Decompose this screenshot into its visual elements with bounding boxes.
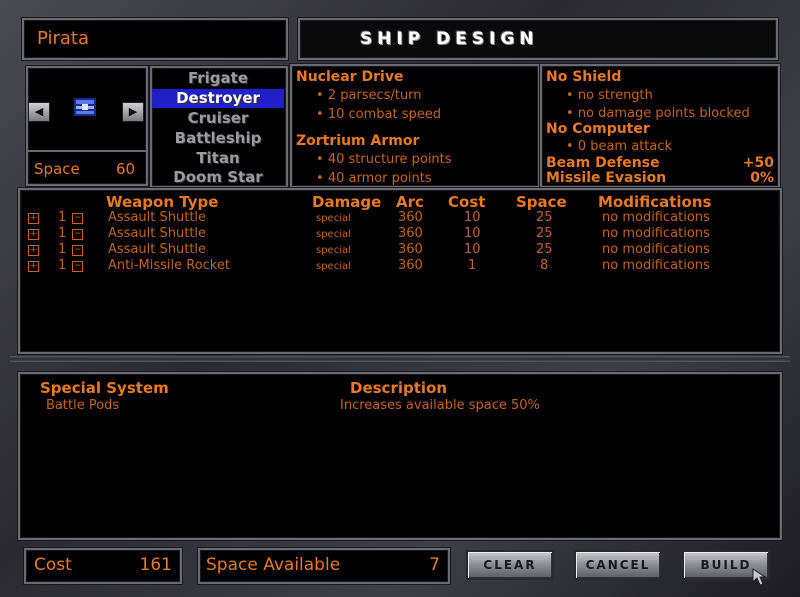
- page-title: SHIP DESIGN: [360, 29, 539, 49]
- shield-line-1: • no strength: [566, 88, 653, 103]
- minus-icon[interactable]: −: [72, 229, 83, 240]
- space-available-box: Space Available 7: [198, 548, 450, 584]
- shield-name[interactable]: No Shield: [546, 69, 621, 85]
- ship-class-battleship[interactable]: Battleship: [152, 129, 284, 148]
- weapon-mods[interactable]: no modifications: [602, 258, 710, 273]
- weapon-arc: 360: [398, 210, 423, 225]
- space-divider: [28, 150, 146, 152]
- minus-icon[interactable]: −: [72, 213, 83, 224]
- ship-class-titan[interactable]: Titan: [152, 149, 284, 168]
- weapon-cost: 10: [464, 226, 481, 241]
- weapon-damage: special: [316, 261, 351, 272]
- armor-name[interactable]: Zortrium Armor: [296, 133, 419, 149]
- weapon-damage: special: [316, 245, 351, 256]
- weapon-name: Assault Shuttle: [108, 210, 207, 225]
- computer-name[interactable]: No Computer: [546, 121, 650, 137]
- weapon-cost: 10: [464, 242, 481, 257]
- weapon-damage: special: [316, 229, 351, 240]
- cost-box: Cost 161: [24, 548, 182, 584]
- weapon-qty: 1: [58, 210, 67, 225]
- weapon-space: 25: [536, 242, 553, 257]
- weapon-name: Assault Shuttle: [108, 242, 207, 257]
- special-name: Battle Pods: [46, 398, 120, 413]
- cancel-button[interactable]: CANCEL: [574, 550, 662, 580]
- weapons-panel: Weapon Type Damage Arc Cost Space Modifi…: [18, 188, 782, 354]
- col-cost: Cost: [448, 193, 486, 211]
- computer-line-1: • 0 beam attack: [566, 139, 673, 154]
- drive-armor-panel: Nuclear Drive • 2 parsecs/turn • 10 comb…: [290, 64, 540, 188]
- minus-icon[interactable]: −: [72, 245, 83, 256]
- beam-defense-value: +50: [742, 155, 774, 171]
- col-damage: Damage: [312, 193, 382, 211]
- col-special-system: Special System: [40, 379, 169, 397]
- ship-class-list: Frigate Destroyer Cruiser Battleship Tit…: [150, 66, 288, 188]
- ship-sprite-icon: [72, 94, 98, 120]
- weapon-space: 25: [536, 226, 553, 241]
- cursor-icon: [752, 568, 768, 590]
- section-divider: [10, 356, 790, 362]
- weapon-space: 8: [540, 258, 549, 273]
- space-available-label: Space Available: [206, 555, 341, 575]
- shield-computer-panel: No Shield • no strength • no damage poin…: [540, 64, 780, 188]
- ship-class-doom-star[interactable]: Doom Star: [152, 168, 284, 187]
- weapon-mods[interactable]: no modifications: [602, 242, 710, 257]
- title-banner: SHIP DESIGN: [298, 18, 778, 60]
- plus-icon[interactable]: +: [28, 245, 39, 256]
- plus-icon[interactable]: +: [28, 261, 39, 272]
- weapon-mods[interactable]: no modifications: [602, 210, 710, 225]
- ship-class-cruiser[interactable]: Cruiser: [152, 109, 284, 128]
- ship-name-text: Pirata: [37, 28, 89, 49]
- armor-line-1: • 40 structure points: [316, 152, 452, 167]
- shield-line-2: • no damage points blocked: [566, 106, 750, 121]
- weapon-space: 25: [536, 210, 553, 225]
- space-value: 60: [116, 160, 136, 178]
- plus-icon[interactable]: +: [28, 229, 39, 240]
- weapon-qty: 1: [58, 226, 67, 241]
- ship-preview-panel: ◀ ▶ Space 60: [26, 66, 148, 186]
- special-description: Increases available space 50%: [340, 398, 540, 413]
- col-description: Description: [350, 379, 448, 397]
- weapon-arc: 360: [398, 258, 423, 273]
- weapon-cost: 1: [468, 258, 477, 273]
- plus-icon[interactable]: +: [28, 213, 39, 224]
- ship-class-destroyer[interactable]: Destroyer: [152, 89, 284, 108]
- weapon-name: Assault Shuttle: [108, 226, 207, 241]
- beam-defense-label: Beam Defense: [546, 155, 660, 171]
- arrow-right-icon[interactable]: ▶: [122, 102, 144, 122]
- drive-line-1: • 2 parsecs/turn: [316, 88, 422, 103]
- cost-label: Cost: [34, 555, 72, 575]
- col-space: Space: [516, 193, 567, 211]
- weapon-qty: 1: [58, 242, 67, 257]
- weapon-arc: 360: [398, 242, 423, 257]
- missile-evasion-value: 0%: [750, 170, 774, 186]
- cost-value: 161: [139, 555, 172, 575]
- ship-class-frigate[interactable]: Frigate: [152, 69, 284, 88]
- weapon-cost: 10: [464, 210, 481, 225]
- weapon-qty: 1: [58, 258, 67, 273]
- ship-name-field[interactable]: Pirata: [22, 18, 288, 60]
- col-weapon-type: Weapon Type: [106, 193, 219, 211]
- space-label: Space: [34, 160, 80, 178]
- minus-icon[interactable]: −: [72, 261, 83, 272]
- weapon-damage: special: [316, 213, 351, 224]
- drive-name[interactable]: Nuclear Drive: [296, 69, 403, 85]
- special-systems-panel: Special System Description Battle Pods I…: [18, 372, 782, 540]
- weapon-arc: 360: [398, 226, 423, 241]
- missile-evasion-label: Missile Evasion: [546, 170, 667, 186]
- weapon-mods[interactable]: no modifications: [602, 226, 710, 241]
- col-modifications: Modifications: [598, 193, 712, 211]
- col-arc: Arc: [396, 193, 424, 211]
- arrow-left-icon[interactable]: ◀: [28, 102, 50, 122]
- drive-line-2: • 10 combat speed: [316, 107, 441, 122]
- armor-line-2: • 40 armor points: [316, 171, 432, 186]
- weapon-name: Anti-Missile Rocket: [108, 258, 230, 273]
- clear-button[interactable]: CLEAR: [466, 550, 554, 580]
- space-available-value: 7: [429, 555, 440, 575]
